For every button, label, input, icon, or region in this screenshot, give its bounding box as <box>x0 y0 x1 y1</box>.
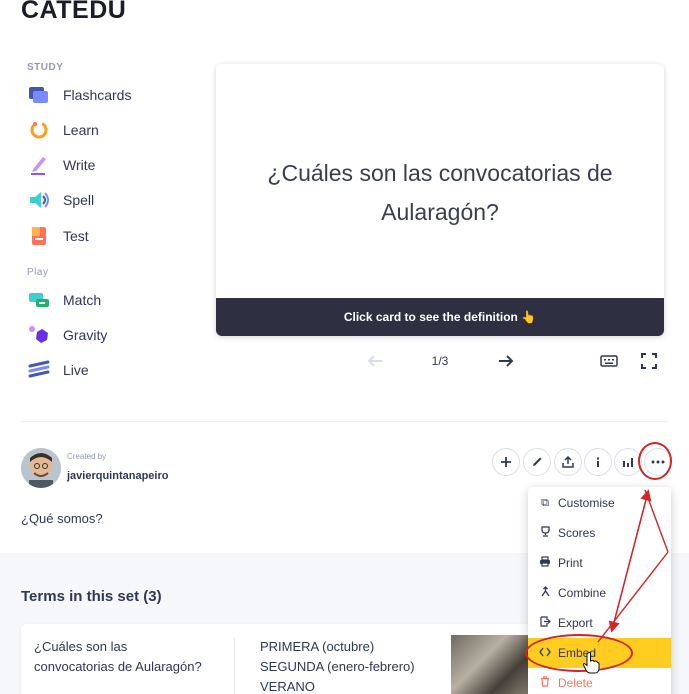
info-icon <box>597 457 599 467</box>
menu-item-label: Delete <box>558 676 593 690</box>
definition-line: SEGUNDA (enero-febrero) <box>260 659 415 674</box>
sidebar-item-label: Write <box>63 157 96 173</box>
menu-item-label: Combine <box>558 586 607 600</box>
flashcard-term: ¿Cuáles son las convocatorias de Aularag… <box>240 154 640 232</box>
study-section-label: STUDY <box>27 62 64 73</box>
definition-image[interactable] <box>451 635 531 694</box>
sidebar-item-learn[interactable]: Learn <box>27 116 187 144</box>
sidebar-item-gravity[interactable]: Gravity <box>27 321 187 349</box>
sidebar-item-label: Match <box>63 292 102 308</box>
trash-icon <box>538 676 552 690</box>
created-by-label: Created by <box>67 452 107 461</box>
next-card-button[interactable] <box>495 350 517 372</box>
edit-button[interactable] <box>523 448 551 476</box>
set-description: ¿Qué somos? <box>21 511 103 526</box>
menu-item-label: Export <box>558 616 593 630</box>
flashcard-hint: Click card to see the definition 👆 <box>216 298 664 336</box>
test-icon <box>27 224 51 248</box>
divider <box>234 638 235 694</box>
term-line: ¿Cuáles son las <box>34 639 128 654</box>
trophy-icon <box>538 526 552 540</box>
print-icon <box>538 556 552 570</box>
annotation-ellipse <box>525 634 633 672</box>
menu-item-label: Customise <box>558 496 615 510</box>
sidebar-item-write[interactable]: Write <box>27 151 187 179</box>
annotation-circle <box>638 442 672 480</box>
arrow-right-icon <box>499 355 514 367</box>
copy-icon: ⧉ <box>541 496 549 509</box>
hand-cursor-icon <box>582 652 600 674</box>
menu-item-export[interactable]: Export <box>528 608 671 638</box>
card-counter: 1/3 <box>431 354 449 368</box>
definition-line: VERANO <box>260 679 315 694</box>
menu-item-label: Print <box>558 556 583 570</box>
sidebar-item-flashcards[interactable]: Flashcards <box>27 81 187 109</box>
definition-line: PRIMERA (octubre) <box>260 639 375 654</box>
pencil-icon <box>533 457 542 466</box>
share-icon <box>562 456 574 468</box>
spell-icon <box>27 188 51 212</box>
definition-text: PRIMERA (octubre) SEGUNDA (enero-febrero… <box>260 637 415 694</box>
menu-item-customise[interactable]: ⧉ Customise <box>528 488 671 518</box>
author-username[interactable]: javierquintanapeiro <box>67 470 168 482</box>
live-icon <box>27 358 51 382</box>
divider <box>21 421 668 422</box>
keyboard-icon <box>600 355 618 367</box>
add-to-folder-button[interactable] <box>492 448 520 476</box>
info-button[interactable] <box>584 448 612 476</box>
flashcard-term-line: Aularagón? <box>381 199 499 225</box>
sidebar-item-label: Live <box>63 362 89 378</box>
term-line: convocatorias de Aularagón? <box>34 659 202 674</box>
menu-item-combine[interactable]: Combine <box>528 578 671 608</box>
merge-icon <box>538 586 552 600</box>
sidebar-item-match[interactable]: Match <box>27 286 187 314</box>
sidebar-item-live[interactable]: Live <box>27 356 187 384</box>
term-text: ¿Cuáles son las convocatorias de Aularag… <box>34 637 214 677</box>
fullscreen-button[interactable] <box>638 350 660 372</box>
sidebar-item-label: Gravity <box>63 327 108 343</box>
sidebar-item-spell[interactable]: Spell <box>27 186 187 214</box>
fullscreen-icon <box>641 353 657 369</box>
write-icon <box>27 153 51 177</box>
page-title: CATEDU <box>21 0 127 24</box>
flashcard-term-line: ¿Cuáles son las convocatorias de <box>267 160 613 186</box>
sidebar-item-label: Flashcards <box>63 87 132 103</box>
flashcards-icon <box>27 83 51 107</box>
bar-chart-icon <box>623 458 633 467</box>
sidebar-item-label: Learn <box>63 122 99 138</box>
share-button[interactable] <box>554 448 582 476</box>
plus-icon <box>501 457 511 467</box>
export-icon <box>538 616 552 630</box>
keyboard-shortcuts-button[interactable] <box>598 350 620 372</box>
avatar[interactable] <box>21 448 61 488</box>
terms-heading: Terms in this set (3) <box>21 588 162 605</box>
match-icon <box>27 288 51 312</box>
gravity-icon <box>27 323 51 347</box>
previous-card-button[interactable] <box>364 350 386 372</box>
flashcard[interactable]: ¿Cuáles son las convocatorias de Aularag… <box>216 64 664 336</box>
play-section-label: Play <box>27 267 49 278</box>
sidebar-item-label: Test <box>63 228 89 244</box>
menu-item-scores[interactable]: Scores <box>528 518 671 548</box>
table-row: ¿Cuáles son las convocatorias de Aularag… <box>21 624 541 694</box>
sidebar-item-test[interactable]: Test <box>27 222 187 250</box>
menu-item-label: Scores <box>558 526 596 540</box>
menu-item-print[interactable]: Print <box>528 548 671 578</box>
learn-icon <box>27 118 51 142</box>
arrow-left-icon <box>367 355 382 367</box>
sidebar-item-label: Spell <box>63 192 95 208</box>
